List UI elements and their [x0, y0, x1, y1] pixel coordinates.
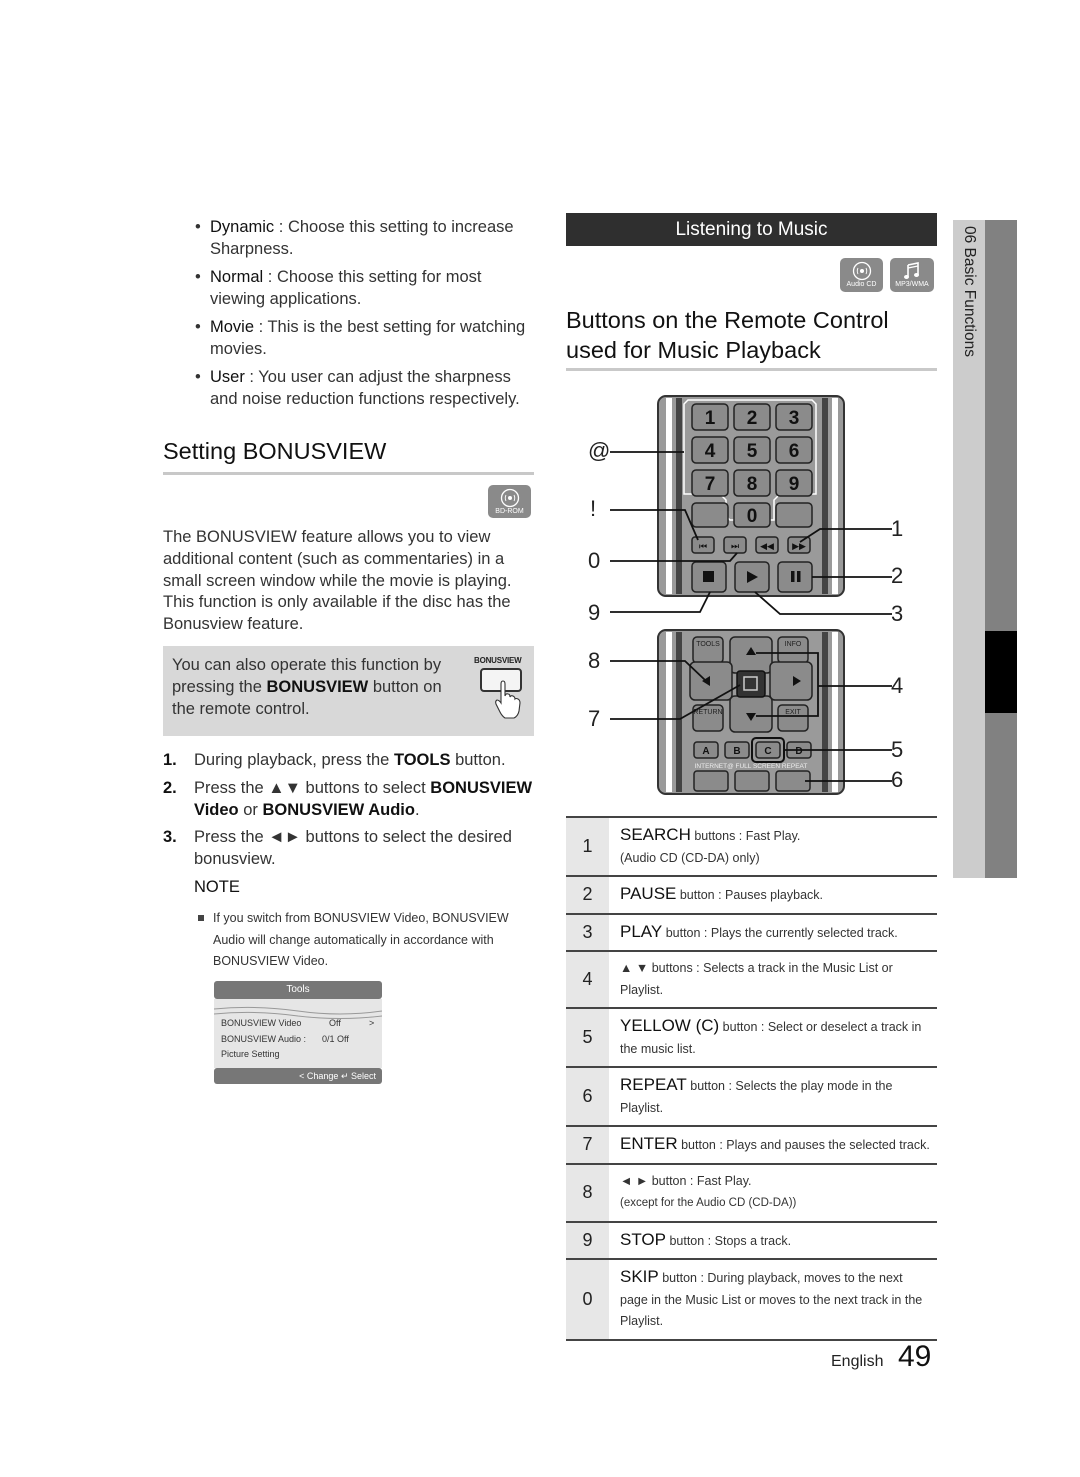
audio-cd-badge: Audio CD: [840, 258, 883, 292]
step-item: 2. Press the ▲▼ buttons to select BONUSVI…: [163, 778, 533, 819]
table-row: 1 SEARCH buttons : Fast Play. (Audio CD (C…: [566, 816, 937, 875]
table-row: 0 SKIP button : During playback, moves to…: [566, 1258, 937, 1341]
svg-text:▶▶: ▶▶: [792, 542, 806, 552]
list-item: • Dynamic : Choose this setting to increa…: [195, 218, 514, 258]
tools-key-label: TOOLS: [696, 641, 720, 648]
mp3-wma-badge: MP3/WMA: [890, 258, 934, 292]
key-3: 3: [789, 408, 800, 429]
return-key-label: RETURN: [693, 709, 722, 716]
disc-icon: [500, 488, 519, 508]
chapter-title: 06 Basic Functions: [961, 226, 978, 357]
key-6: 6: [789, 441, 800, 462]
callout-0: 0: [588, 548, 601, 573]
bonusview-button-label: BONUSVIEW: [474, 656, 522, 665]
music-note-icon: [904, 262, 919, 279]
disc-icon: [852, 261, 871, 281]
key-1: 1: [705, 408, 716, 429]
key-5: 5: [747, 441, 758, 462]
callout-exclam: !: [590, 496, 597, 521]
list-item: • User : You user can adjust the sharpnes…: [195, 368, 520, 408]
key-d: D: [795, 746, 802, 757]
key-8: 8: [747, 474, 758, 495]
square-bullet-icon: [198, 915, 204, 921]
section-heading-bonusview: Setting BONUSVIEW: [163, 438, 387, 464]
callout-7: 7: [588, 706, 601, 731]
callout-2: 2: [891, 563, 904, 588]
tools-menu-footer: < Change ↵ Select: [214, 1068, 382, 1084]
svg-text:⏮: ⏮: [699, 542, 707, 552]
key-4: 4: [705, 441, 716, 462]
table-row: 7 ENTER button : Plays and pauses the sel…: [566, 1125, 937, 1163]
footer-language: English: [831, 1353, 884, 1370]
tools-menu-illustration: Tools BONUSVIEW Video Off > BONUSVIEW Audi…: [214, 981, 382, 1085]
key-0: 0: [747, 506, 758, 527]
step-item: 3. Press the ◄► buttons to select the des…: [163, 828, 512, 869]
list-item: • Movie : This is the best setting for wa…: [195, 318, 526, 358]
key-7: 7: [705, 474, 716, 495]
tip-text: You can also operate this function by pr…: [172, 656, 442, 718]
remote-diagram: 1 2 3 4 5 6 7 8 9 0 ⏮ ⏭ ◀◀ ▶▶ TOOLS INFO…: [610, 395, 892, 795]
table-row: 5 YELLOW (C) button : Select or deselect …: [566, 1007, 937, 1066]
callout-at: @: [588, 438, 611, 463]
callout-8: 8: [588, 648, 601, 673]
callout-5: 5: [891, 737, 904, 762]
table-row: 9 STOP button : Stops a track.: [566, 1220, 937, 1258]
section-heading-remote: Buttons on the Remote Control used for M…: [566, 307, 889, 363]
callout-3: 3: [891, 601, 904, 626]
key-c: C: [764, 746, 771, 757]
list-item: • Normal : Choose this setting for most v…: [195, 268, 482, 308]
info-key-label: INFO: [785, 641, 802, 648]
svg-text:◀◀: ◀◀: [760, 542, 774, 552]
chapter-tab-marker: [985, 631, 1017, 713]
enter-key: [736, 670, 766, 698]
tools-menu-row: Picture Setting: [221, 1049, 280, 1059]
section-bar: Listening to Music: [566, 213, 937, 246]
exit-key-label: EXIT: [785, 709, 801, 716]
heading-divider: [163, 472, 534, 475]
table-row: 6 REPEAT button : Selects the play mode i…: [566, 1066, 937, 1125]
heading-divider: [566, 368, 937, 371]
button-description-table: 1 SEARCH buttons : Fast Play. (Audio CD (C…: [566, 816, 937, 1341]
callout-6: 6: [891, 767, 904, 792]
bonusview-intro: The BONUSVIEW feature allows you to view…: [163, 528, 512, 634]
tools-menu-title: Tools: [214, 981, 382, 999]
pointing-hand-icon: [495, 680, 521, 719]
steps-list: 1. During playback, press the TOOLS butto…: [163, 750, 538, 877]
step-item: 1. During playback, press the TOOLS butto…: [163, 751, 506, 769]
callout-4: 4: [891, 673, 904, 698]
table-row: 3 PLAY button : Plays the currently selec…: [566, 912, 937, 950]
key-9: 9: [789, 474, 800, 495]
picture-mode-list: • Dynamic : Choose this setting to increa…: [195, 216, 535, 416]
remote-control-illustration: 1 2 3 4 5 6 7 8 9 0 ⏮ ⏭ ◀◀ ▶▶ TOOLS INFO…: [580, 390, 920, 810]
menu-break-wave: [214, 1006, 382, 1019]
svg-text:⏭: ⏭: [731, 542, 739, 552]
chapter-tab-index: [985, 220, 1017, 878]
key-b: B: [733, 746, 740, 757]
note-heading: NOTE: [194, 878, 240, 896]
tools-menu-row: BONUSVIEW Audio :0/1 Off: [221, 1034, 349, 1044]
bottom-key-labels: INTERNET@ FULL SCREEN REPEAT: [695, 763, 808, 770]
table-row: 2 PAUSE button : Pauses playback.: [566, 875, 937, 913]
key-a: A: [702, 746, 709, 757]
page-number: 49: [898, 1340, 932, 1373]
callout-9: 9: [588, 600, 601, 625]
table-row: 4 ▲ ▼ buttons : Selects a track in the Mu…: [566, 950, 937, 1007]
tools-menu-row: BONUSVIEW Video Off >: [221, 1018, 375, 1028]
callout-1: 1: [891, 516, 904, 541]
table-row: 8 ◄ ► button : Fast Play. (except for the …: [566, 1162, 937, 1221]
key-2: 2: [747, 408, 758, 429]
bd-rom-badge: BD-ROM: [488, 485, 531, 518]
note-item: If you switch from BONUSVIEW Video, BONU…: [198, 908, 543, 973]
